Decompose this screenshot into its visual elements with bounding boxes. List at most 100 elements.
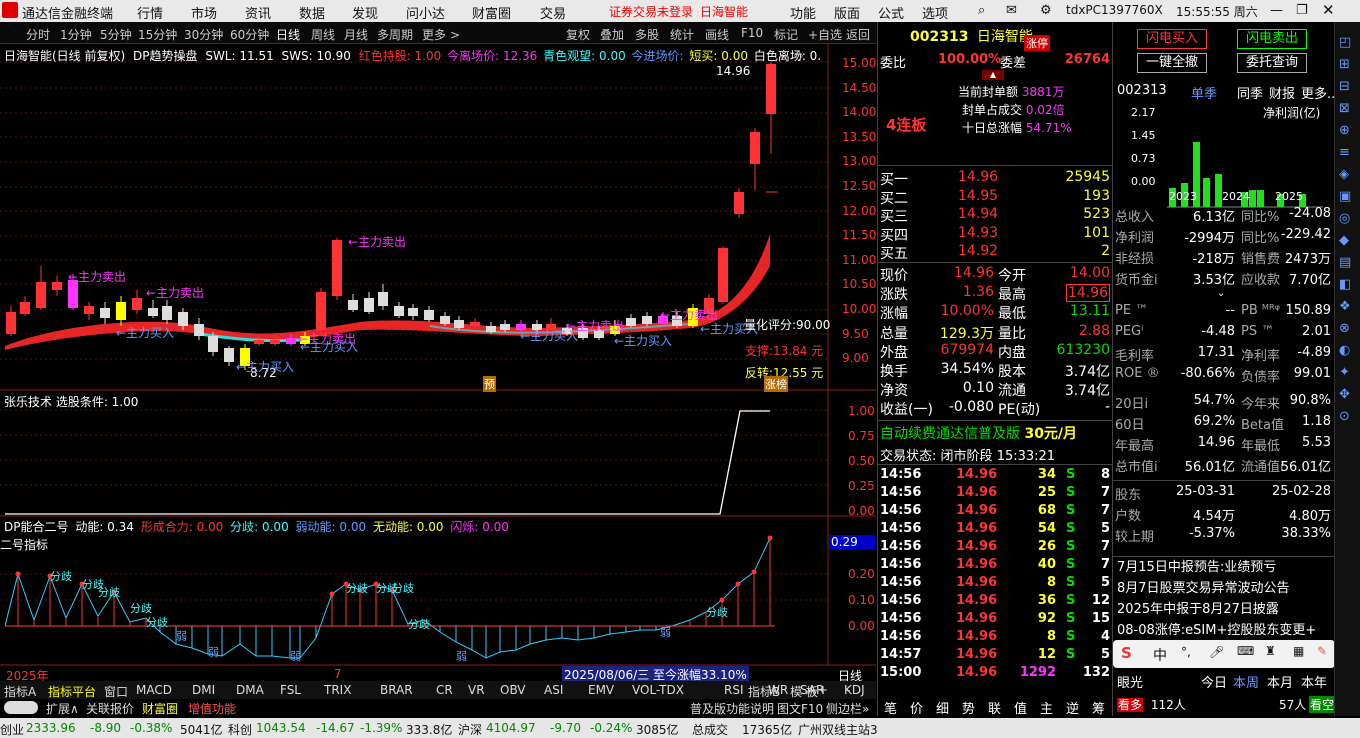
side-icon-7[interactable]: ◈ — [1339, 164, 1351, 186]
news-item[interactable]: 7月15日中报预告:业绩预亏 — [1117, 556, 1331, 575]
side-icon-16[interactable]: ✦ — [1339, 362, 1351, 384]
ad-text[interactable]: 自动续费通达信普及版 — [880, 426, 1020, 442]
login-warning[interactable]: 证券交易未登录 — [609, 3, 693, 20]
side-icon-18[interactable]: ⊙ — [1339, 406, 1351, 428]
btn-tongji[interactable]: 统计 — [670, 26, 694, 43]
flash-buy-button[interactable]: 闪电买入 — [1137, 29, 1207, 49]
btn-duogu[interactable]: 多股 — [635, 26, 659, 43]
indicator-tab[interactable]: 模 板 — [790, 683, 818, 700]
period-5min[interactable]: 5分钟 — [100, 26, 132, 43]
fin-tab-caibao[interactable]: 财报 — [1269, 83, 1295, 102]
period-more[interactable]: 更多 > — [422, 26, 460, 43]
side-icon-5[interactable]: ⊕ — [1339, 120, 1351, 142]
btn-fanhui[interactable]: 返回 — [846, 26, 870, 43]
menu-shuju[interactable]: 数据 — [299, 3, 325, 22]
indicator-tab[interactable]: VR — [468, 683, 485, 697]
period-month[interactable]: 月线 — [344, 26, 368, 43]
menu-jiaoyi[interactable]: 交易 — [540, 3, 566, 22]
indicator-tab[interactable]: 指标A — [4, 683, 36, 700]
ext-sidebar[interactable]: 侧边栏» — [826, 700, 869, 717]
quote-tab[interactable]: 价 — [910, 698, 923, 717]
side-icon-2[interactable]: ⊞ — [1339, 54, 1351, 76]
btn-biaoji[interactable]: 标记 — [774, 26, 798, 43]
btn-fuquan[interactable]: 复权 — [566, 26, 590, 43]
ime-chinese-icon[interactable]: 中 — [1153, 645, 1167, 665]
idx-hs-label[interactable]: 沪深 — [458, 721, 482, 738]
news-item[interactable]: 08-08涨停:eSIM+控股股东变更+ — [1117, 619, 1331, 638]
ime-extra-icon[interactable]: ✎ — [1317, 644, 1327, 658]
bid-row[interactable]: 买二 14.95 193 — [880, 188, 1112, 208]
message-icon[interactable]: ✉ — [1006, 3, 1017, 18]
settings-icon[interactable]: ⚙ — [1040, 3, 1052, 18]
indicator-tab[interactable]: OBV — [500, 683, 526, 697]
period-multi[interactable]: 多周期 — [377, 26, 413, 43]
side-icon-13[interactable]: ❖ — [1339, 296, 1351, 318]
quote-tab[interactable]: 笔 — [884, 698, 897, 717]
side-icon-11[interactable]: ▤ — [1339, 252, 1351, 274]
kline-chart-area[interactable]: 日海智能(日线 前复权) DP趋势操盘 SWL: 11.51 SWS: 10.9… — [0, 44, 876, 683]
indicator-tab[interactable]: - — [846, 683, 850, 697]
ad-price[interactable]: 30元/月 — [1024, 426, 1077, 442]
menu-gongneng[interactable]: 功能 — [790, 3, 816, 22]
menu-wenxiaoda[interactable]: 问小达 — [406, 3, 445, 22]
menu-zixun[interactable]: 资讯 — [245, 3, 271, 22]
btn-zixuan[interactable]: +自选 — [808, 26, 842, 43]
indicator-tab[interactable]: FSL — [280, 683, 301, 697]
period-day[interactable]: 日线 — [276, 26, 300, 43]
ext-kuozhan[interactable]: 扩展∧ — [46, 700, 79, 717]
indicator-tab[interactable]: + — [818, 683, 828, 697]
btn-huaxian[interactable]: 画线 — [705, 26, 729, 43]
ext-guanlian[interactable]: 关联报价 — [86, 700, 134, 717]
menu-banmian[interactable]: 版面 — [834, 3, 860, 22]
indicator-tab[interactable]: DMI — [192, 683, 215, 697]
minimize-icon[interactable]: — — [1270, 3, 1283, 18]
order-query-button[interactable]: 委托查询 — [1237, 53, 1307, 73]
side-icon-9[interactable]: ◎ — [1339, 208, 1351, 230]
side-icon-1[interactable]: ◰ — [1339, 32, 1351, 54]
indicator-tab[interactable]: CR — [436, 683, 453, 697]
ext-zengzhi[interactable]: 增值功能 — [188, 700, 236, 717]
close-icon[interactable]: ✕ — [1322, 1, 1335, 19]
toggle-switch[interactable] — [4, 701, 38, 714]
eye-tab-month[interactable]: 本月 — [1267, 672, 1293, 691]
period-30min[interactable]: 30分钟 — [184, 26, 223, 43]
indicator-tab[interactable]: MACD — [136, 683, 172, 697]
bid-row[interactable]: 买一 14.96 25945 — [880, 169, 1112, 189]
indicator-tab[interactable]: DMA — [236, 683, 264, 697]
indicator-tab[interactable]: EMV — [588, 683, 614, 697]
eye-tab-week[interactable]: 本周 — [1233, 672, 1259, 691]
restore-icon[interactable]: ❐ — [1296, 3, 1308, 18]
eye-fall-label[interactable]: 看空 — [1309, 696, 1336, 713]
search-icon[interactable]: ⌕ — [978, 3, 985, 18]
side-icon-6[interactable]: ≡ — [1339, 142, 1351, 164]
fin-tab-tongji[interactable]: 同季 — [1237, 83, 1263, 102]
idx-ke-label[interactable]: 科创 — [228, 721, 252, 738]
menu-xuanxiang[interactable]: 选项 — [922, 3, 948, 22]
ime-keyboard-icon[interactable]: ⌨ — [1237, 644, 1254, 658]
indicator-tab[interactable]: BRAR — [380, 683, 413, 697]
user-id[interactable]: tdxPC1397760X — [1066, 3, 1163, 17]
ime-skin-icon[interactable]: ♜ — [1265, 644, 1276, 658]
btn-diejia[interactable]: 叠加 — [600, 26, 624, 43]
indicator-tab[interactable]: 指标B — [748, 683, 780, 700]
quote-tab[interactable]: 势 — [962, 698, 975, 717]
side-icon-10[interactable]: ◆ — [1339, 230, 1351, 252]
indicator-name[interactable]: DP趋势操盘 — [133, 49, 197, 63]
idx-chuang-label[interactable]: 创业 — [0, 721, 24, 738]
indicator-tab[interactable]: 指标平台 — [48, 683, 96, 700]
collapse-icon[interactable]: ▲ — [982, 70, 1004, 80]
menu-shichang[interactable]: 市场 — [191, 3, 217, 22]
ime-mic-icon[interactable]: 🎤︎ — [1209, 645, 1224, 659]
indicator-tab[interactable]: 窗口 — [104, 683, 128, 700]
bid-row[interactable]: 买五 14.92 2 — [880, 243, 1112, 263]
menu-gongshi[interactable]: 公式 — [878, 3, 904, 22]
indicator-tab[interactable]: VOL-TDX — [632, 683, 684, 697]
ext-f10[interactable]: 图文F10 — [777, 700, 823, 717]
period-week[interactable]: 周线 — [311, 26, 335, 43]
bid-row[interactable]: 买三 14.94 523 — [880, 206, 1112, 226]
eye-tab-year[interactable]: 本年 — [1301, 672, 1327, 691]
menu-faxian[interactable]: 发现 — [352, 3, 378, 22]
side-icon-8[interactable]: ▣ — [1339, 186, 1351, 208]
period-15min[interactable]: 15分钟 — [138, 26, 177, 43]
eye-rise-label[interactable]: 看多 — [1117, 698, 1144, 712]
